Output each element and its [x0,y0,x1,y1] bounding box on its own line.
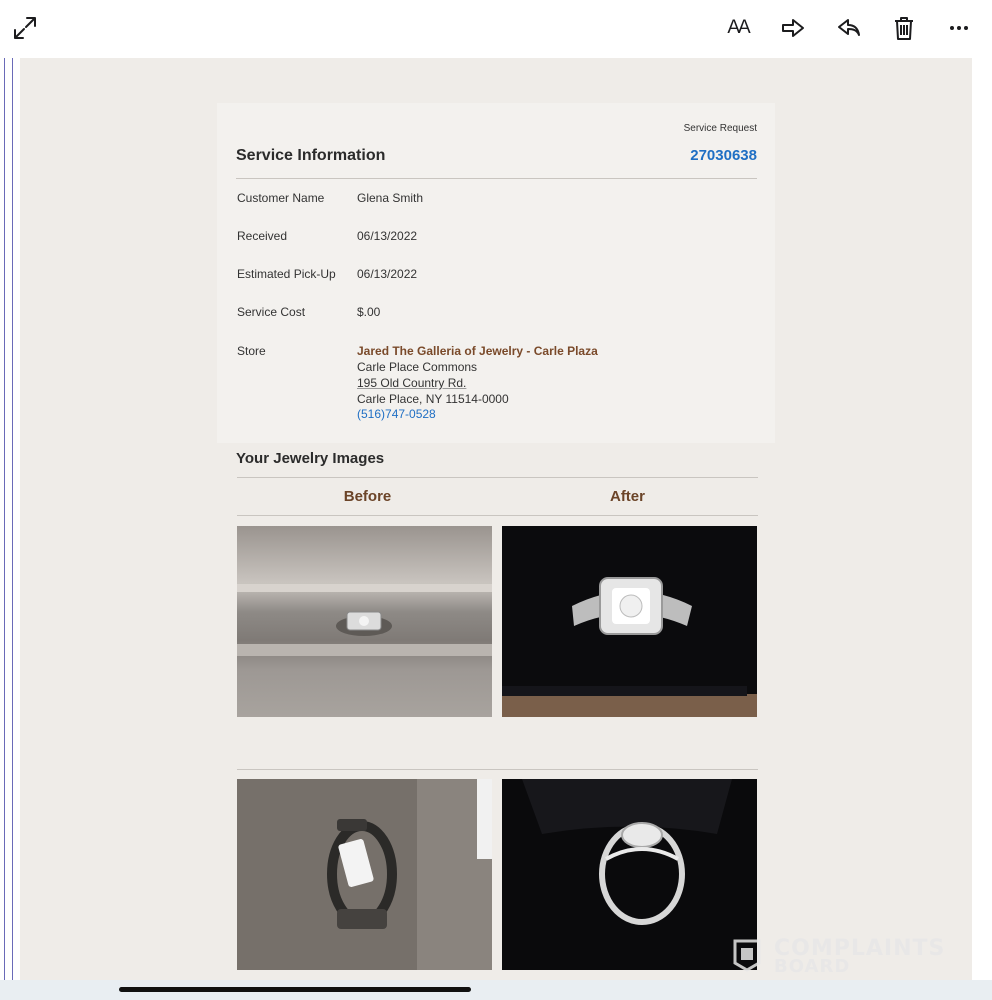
reply-button[interactable] [833,12,865,44]
service-info-card: Service Request Service Information 2703… [217,103,775,443]
home-indicator[interactable] [119,987,471,992]
complaints-board-logo-icon [733,939,761,972]
divider [237,769,758,770]
jewelry-images-title: Your Jewelry Images [236,450,385,467]
expand-arrows-icon[interactable] [9,12,41,44]
pickup-value: 06/13/2022 [357,267,418,281]
service-cost-value: $.00 [357,305,381,319]
pickup-label: Estimated Pick-Up [237,267,336,281]
service-info-title: Service Information [236,147,386,164]
more-button[interactable] [943,12,975,44]
watermark: COMPLAINTS BOARD [732,936,946,977]
store-phone-link[interactable]: (516)747-0528 [357,407,436,421]
store-street[interactable]: 195 Old Country Rd. [357,376,466,390]
divider [237,477,758,478]
store-city: Carle Place, NY 11514-0000 [357,392,509,406]
after-column-header: After [609,488,645,505]
received-label: Received [237,229,288,243]
ellipsis-icon [950,26,968,30]
quote-line [4,58,5,1000]
after-ring-photo-1[interactable] [502,526,757,717]
right-margin [972,58,992,1000]
forward-arrow-icon [782,19,804,37]
trash-icon [895,17,913,40]
store-label: Store [237,344,266,358]
divider [236,178,757,179]
service-cost-label: Service Cost [237,305,306,319]
after-ring-photo-2[interactable] [502,779,757,970]
text-size-button[interactable]: AA [722,12,754,44]
mail-toolbar: AA [0,0,992,58]
store-mall: Carle Place Commons [357,360,478,374]
delete-button[interactable] [888,12,920,44]
service-request-number-link[interactable]: 27030638 [690,147,757,164]
watermark-line2: BOARD [774,956,851,977]
quote-rail [0,58,22,1000]
store-name: Jared The Galleria of Jewelry - Carle Pl… [357,344,598,358]
customer-name-label: Customer Name [237,191,325,205]
service-request-label: Service Request [683,123,757,134]
quote-line [12,58,13,1000]
customer-name-value: Glena Smith [357,191,424,205]
divider [237,515,758,516]
before-ring-photo-1[interactable] [237,526,492,717]
before-ring-photo-2[interactable] [237,779,492,970]
forward-button[interactable] [777,12,809,44]
text-size-icon: AA [727,17,750,38]
before-column-header: Before [343,488,392,505]
received-value: 06/13/2022 [357,229,418,243]
reply-arrow-icon [838,19,860,36]
